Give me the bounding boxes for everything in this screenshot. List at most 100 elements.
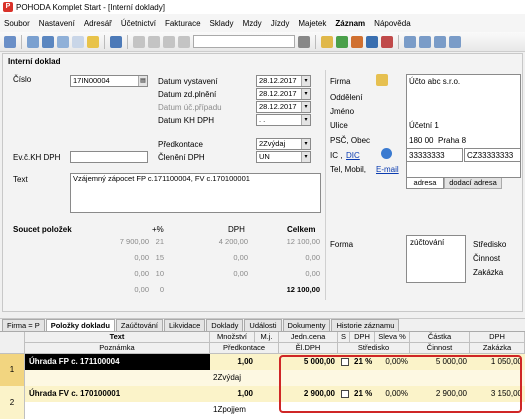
datum-ucprip-value: 28.12.2017 xyxy=(259,102,297,111)
predkontace-field[interactable]: 2Zvýdaj ▾ xyxy=(256,138,311,150)
datum-ucprip-field[interactable]: 28.12.2017 ▾ xyxy=(256,101,311,113)
email-link[interactable]: E-mail xyxy=(376,165,399,174)
tab-historie[interactable]: Historie záznamu xyxy=(331,319,400,331)
cislo-field[interactable]: 17IN00004 ▤ xyxy=(70,75,148,87)
calendar-icon[interactable]: ▾ xyxy=(301,102,310,112)
dic-link[interactable]: DIC xyxy=(346,151,360,160)
print-icon[interactable] xyxy=(27,35,39,48)
col-castka[interactable]: Částka xyxy=(410,332,470,343)
col-cinnost[interactable]: Činnost xyxy=(410,343,470,354)
col-predkontace[interactable]: Předkontace xyxy=(210,343,279,354)
menu-jizdy[interactable]: Jízdy xyxy=(271,19,290,28)
menu-sklady[interactable]: Sklady xyxy=(210,19,234,28)
tab-doklady[interactable]: Doklady xyxy=(206,319,244,331)
row-1-qty: 1,00 xyxy=(237,357,253,366)
invoice-icon[interactable] xyxy=(351,35,363,48)
tab-firma[interactable]: Firma = P xyxy=(2,319,45,331)
ic-value: 33333333 xyxy=(409,151,445,160)
col-dph-value[interactable]: DPH xyxy=(470,332,525,343)
col-zakazka[interactable]: Zakázka xyxy=(470,343,525,354)
address-book-icon[interactable] xyxy=(376,74,388,86)
back-arrow-icon[interactable] xyxy=(110,35,122,48)
accounting-icon[interactable] xyxy=(336,35,348,48)
number-picker-icon[interactable]: ▤ xyxy=(138,76,147,86)
menu-fakturace[interactable]: Fakturace xyxy=(165,19,201,28)
disabled-cut-icon xyxy=(148,35,160,48)
tab-dokumenty[interactable]: Dokumenty xyxy=(282,319,331,331)
col-s[interactable]: S xyxy=(338,332,350,343)
datum-vystaveni-field[interactable]: 28.12.2017 ▾ xyxy=(256,75,311,87)
search-icon[interactable] xyxy=(298,35,310,48)
folder-icon[interactable] xyxy=(321,35,333,48)
row-2-text[interactable]: Úhrada FV c. 170100001 xyxy=(29,386,120,402)
col-sleva[interactable]: Sleva % xyxy=(375,332,410,343)
col-jedn-cena[interactable]: Jedn.cena xyxy=(279,332,338,343)
col-mnozstvi[interactable]: Množství xyxy=(210,332,255,343)
detail-tab-bar: Firma = P Položky dokladu Zaúčtování Lik… xyxy=(0,318,525,332)
chevron-down-icon[interactable]: ▾ xyxy=(301,152,310,162)
row-number[interactable]: 1 xyxy=(0,354,25,386)
calendar-icon[interactable]: ▾ xyxy=(301,76,310,86)
window-title: POHODA Komplet Start - [Interní doklady] xyxy=(16,2,165,12)
col-mj[interactable]: M.j. xyxy=(255,332,279,343)
tab-adresa[interactable]: adresa xyxy=(406,178,444,189)
last-record-icon[interactable] xyxy=(449,35,461,48)
menu-soubor[interactable]: Soubor xyxy=(4,19,30,28)
disabled-copy-icon xyxy=(163,35,175,48)
menu-adresar[interactable]: Adresář xyxy=(84,19,112,28)
predkontace-value: 2Zvýdaj xyxy=(259,139,286,148)
menu-zaznam[interactable]: Záznam xyxy=(335,19,365,28)
web-globe-icon[interactable] xyxy=(381,148,392,159)
tab-zauctovani[interactable]: Zaúčtování xyxy=(115,319,164,331)
bank-icon[interactable] xyxy=(366,35,378,48)
summary-grand-total: 12 100,00 xyxy=(286,285,320,294)
text-field[interactable]: Vzájemný zápocet FP c.171100004, FV c.17… xyxy=(70,173,321,213)
toolbar-separator xyxy=(127,34,128,49)
tab-udalosti[interactable]: Události xyxy=(244,319,282,331)
first-record-icon[interactable] xyxy=(404,35,416,48)
col-cl-dph[interactable]: Ěl.DPH xyxy=(279,343,338,354)
col-poznamka[interactable]: Poznámka xyxy=(25,343,210,354)
evc-kh-field[interactable] xyxy=(70,151,148,163)
previous-record-icon[interactable] xyxy=(419,35,431,48)
row-number[interactable]: 2 xyxy=(0,386,25,419)
firma-label: Firma xyxy=(330,77,351,86)
col-dph[interactable]: DPH xyxy=(350,332,375,343)
summary-dph: 0,00 xyxy=(233,269,248,278)
filter-combo[interactable] xyxy=(193,35,295,48)
col-stredisko[interactable]: Středisko xyxy=(338,343,410,354)
pohoda-app-icon: P xyxy=(3,2,13,12)
cislo-label: Číslo xyxy=(13,75,32,84)
summary-base: 0,00 xyxy=(134,285,149,294)
tab-likvidace[interactable]: Likvidace xyxy=(164,319,206,331)
menu-majetek[interactable]: Majetek xyxy=(298,19,326,28)
col-text[interactable]: Text xyxy=(25,332,210,343)
calendar-icon[interactable]: ▾ xyxy=(301,115,310,125)
tab-dodaci-adresa[interactable]: dodací adresa xyxy=(444,178,502,189)
datum-kh-field[interactable]: . . ▾ xyxy=(256,114,311,126)
cleneni-field[interactable]: UN ▾ xyxy=(256,151,311,163)
open-icon[interactable] xyxy=(4,35,16,48)
calendar-icon[interactable]: ▾ xyxy=(301,89,310,99)
menu-ucetnictvi[interactable]: Účetnictví xyxy=(121,19,156,28)
tab-polozky[interactable]: Položky dokladu xyxy=(45,319,115,331)
report-icon[interactable] xyxy=(381,35,393,48)
menu-mzdy[interactable]: Mzdy xyxy=(243,19,262,28)
ulice-label: Ulice xyxy=(330,121,348,130)
summary-header-rate: +% xyxy=(152,225,164,234)
email-icon[interactable] xyxy=(57,35,69,48)
summary-header-total: Celkem xyxy=(287,225,316,234)
chevron-down-icon[interactable]: ▾ xyxy=(301,139,310,149)
summary-base: 0,00 xyxy=(134,269,149,278)
new-document-icon[interactable] xyxy=(72,35,84,48)
grid-corner xyxy=(0,332,25,354)
datum-zdplneni-field[interactable]: 28.12.2017 ▾ xyxy=(256,88,311,100)
wand-icon[interactable] xyxy=(87,35,99,48)
summary-rate: 15 xyxy=(155,253,164,262)
next-record-icon[interactable] xyxy=(434,35,446,48)
cleneni-label: Členění DPH xyxy=(158,153,205,162)
save-icon[interactable] xyxy=(42,35,54,48)
menu-nastaveni[interactable]: Nastavení xyxy=(39,19,75,28)
summary-rate: 21 xyxy=(155,237,164,246)
menu-napoveda[interactable]: Nápověda xyxy=(374,19,410,28)
